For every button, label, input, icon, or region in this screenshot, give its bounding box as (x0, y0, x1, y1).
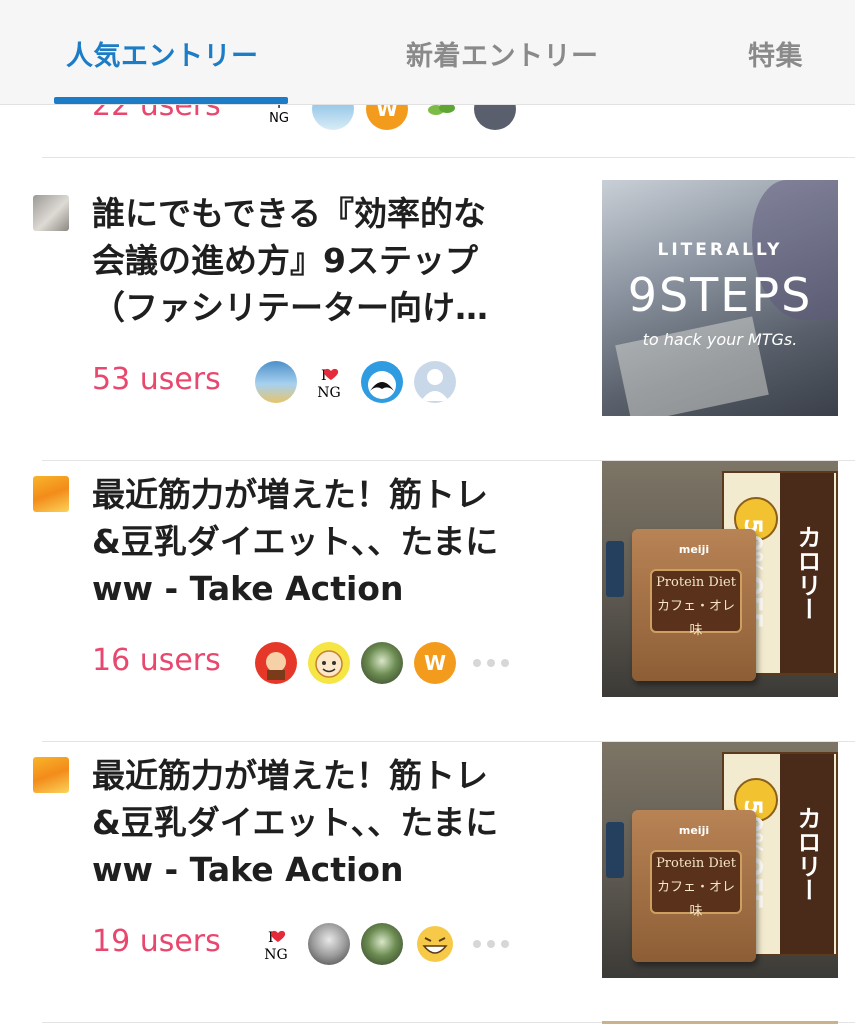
user-count[interactable]: 53 users (92, 362, 221, 397)
product-name: Protein Diet (656, 575, 736, 590)
user-count[interactable]: 19 users (92, 924, 221, 959)
entry-title[interactable]: 最近筋力が増えた！筋トレ &豆乳ダイエット、、たまに ww - Take Act… (92, 752, 577, 893)
svg-text:NG: NG (269, 111, 289, 126)
title-line: （ファシリテーター向け… (92, 288, 488, 327)
title-line: 最近筋力が増えた！筋トレ (92, 475, 488, 514)
svg-text:NG: NG (264, 947, 287, 963)
bookmark-avatars: I NG (255, 923, 509, 965)
entry-title[interactable]: 最近筋力が増えた！筋トレ &豆乳ダイエット、、たまに ww - Take Act… (92, 471, 577, 612)
red-character-avatar[interactable] (255, 642, 297, 684)
cat-photo-icon (33, 195, 69, 231)
black-white-logo-avatar[interactable] (361, 361, 403, 403)
title-line: ww - Take Action (92, 850, 404, 889)
box-text: カロリー50%OFF (739, 754, 834, 954)
title-line: 誰にでもできる『効率的な (92, 194, 487, 233)
box-text: カロリー50%OFF (739, 473, 834, 673)
title-line: ww - Take Action (92, 569, 404, 608)
more-avatars-indicator[interactable] (473, 659, 509, 667)
plant-photo-avatar[interactable] (361, 642, 403, 684)
product-bag: meiji Protein Diet カフェ・オレ味 (632, 529, 756, 681)
product-label: Protein Diet カフェ・オレ味 (650, 569, 742, 638)
sunset-icon (33, 476, 69, 512)
user-count[interactable]: 16 users (92, 643, 221, 678)
title-line: 会議の進め方』9ステップ (92, 241, 478, 280)
sunset-icon (33, 757, 69, 793)
product-flavor: カフェ・オレ味 (656, 599, 735, 638)
title-line: &豆乳ダイエット、、たまに (92, 522, 499, 561)
photo-background (606, 541, 624, 597)
i-love-ng-avatar[interactable]: ING (308, 361, 350, 403)
plant-photo-avatar[interactable] (361, 923, 403, 965)
sky-photo-avatar[interactable] (255, 361, 297, 403)
product-label: Protein Diet カフェ・オレ味 (650, 850, 742, 919)
brand-label: meiji (678, 543, 710, 556)
more-avatars-indicator[interactable] (473, 940, 509, 948)
person-photo-avatar[interactable] (308, 923, 350, 965)
grinning-emoji-avatar[interactable] (414, 923, 456, 965)
bookmark-avatars: I NG (255, 361, 456, 403)
entry-thumbnail[interactable]: カロリー50%OFF meiji Protein Diet カフェ・オレ味 (602, 742, 838, 978)
entry-item[interactable]: 最近筋力が増えた！筋トレ &豆乳ダイエット、、たまに ww - Take Act… (0, 742, 855, 1023)
svg-text:NG: NG (317, 385, 340, 401)
w-logo-avatar[interactable]: W (414, 642, 456, 684)
bookmark-avatars: W (255, 642, 509, 684)
entry-thumbnail[interactable]: LITERALLY 9STEPS to hack your MTGs. (602, 180, 838, 416)
photo-background (606, 822, 624, 878)
product-bag: meiji Protein Diet カフェ・オレ味 (632, 810, 756, 962)
title-line: &豆乳ダイエット、、たまに (92, 803, 499, 842)
tab-new-entries[interactable]: 新着エントリー (406, 34, 599, 73)
entry-title[interactable]: 誰にでもできる『効率的な 会議の進め方』9ステップ （ファシリテーター向け… (92, 190, 577, 331)
product-flavor: カフェ・オレ味 (656, 880, 735, 919)
thumbnail-heading: 9STEPS (627, 268, 813, 322)
brand-label: meiji (678, 824, 710, 837)
tab-features[interactable]: 特集 (748, 34, 803, 73)
thumbnail-caption: LITERALLY (657, 240, 783, 260)
default-person-avatar[interactable] (414, 361, 456, 403)
entry-thumbnail[interactable]: カロリー50%OFF meiji Protein Diet カフェ・オレ味 (602, 461, 838, 697)
cartoon-face-avatar[interactable] (308, 642, 350, 684)
entry-item[interactable]: 誰にでもできる『効率的な 会議の進め方』9ステップ （ファシリテーター向け… 5… (0, 180, 855, 461)
i-love-ng-avatar[interactable]: ING (255, 923, 297, 965)
entry-item[interactable]: 最近筋力が増えた！筋トレ &豆乳ダイエット、、たまに ww - Take Act… (0, 461, 855, 742)
product-name: Protein Diet (656, 856, 736, 871)
active-tab-indicator (54, 97, 288, 104)
tab-bar: 人気エントリー 新着エントリー 特集 (0, 0, 855, 105)
thumbnail-subtitle: to hack your MTGs. (642, 330, 798, 349)
title-line: 最近筋力が増えた！筋トレ (92, 756, 488, 795)
tab-popular-entries[interactable]: 人気エントリー (66, 34, 259, 73)
